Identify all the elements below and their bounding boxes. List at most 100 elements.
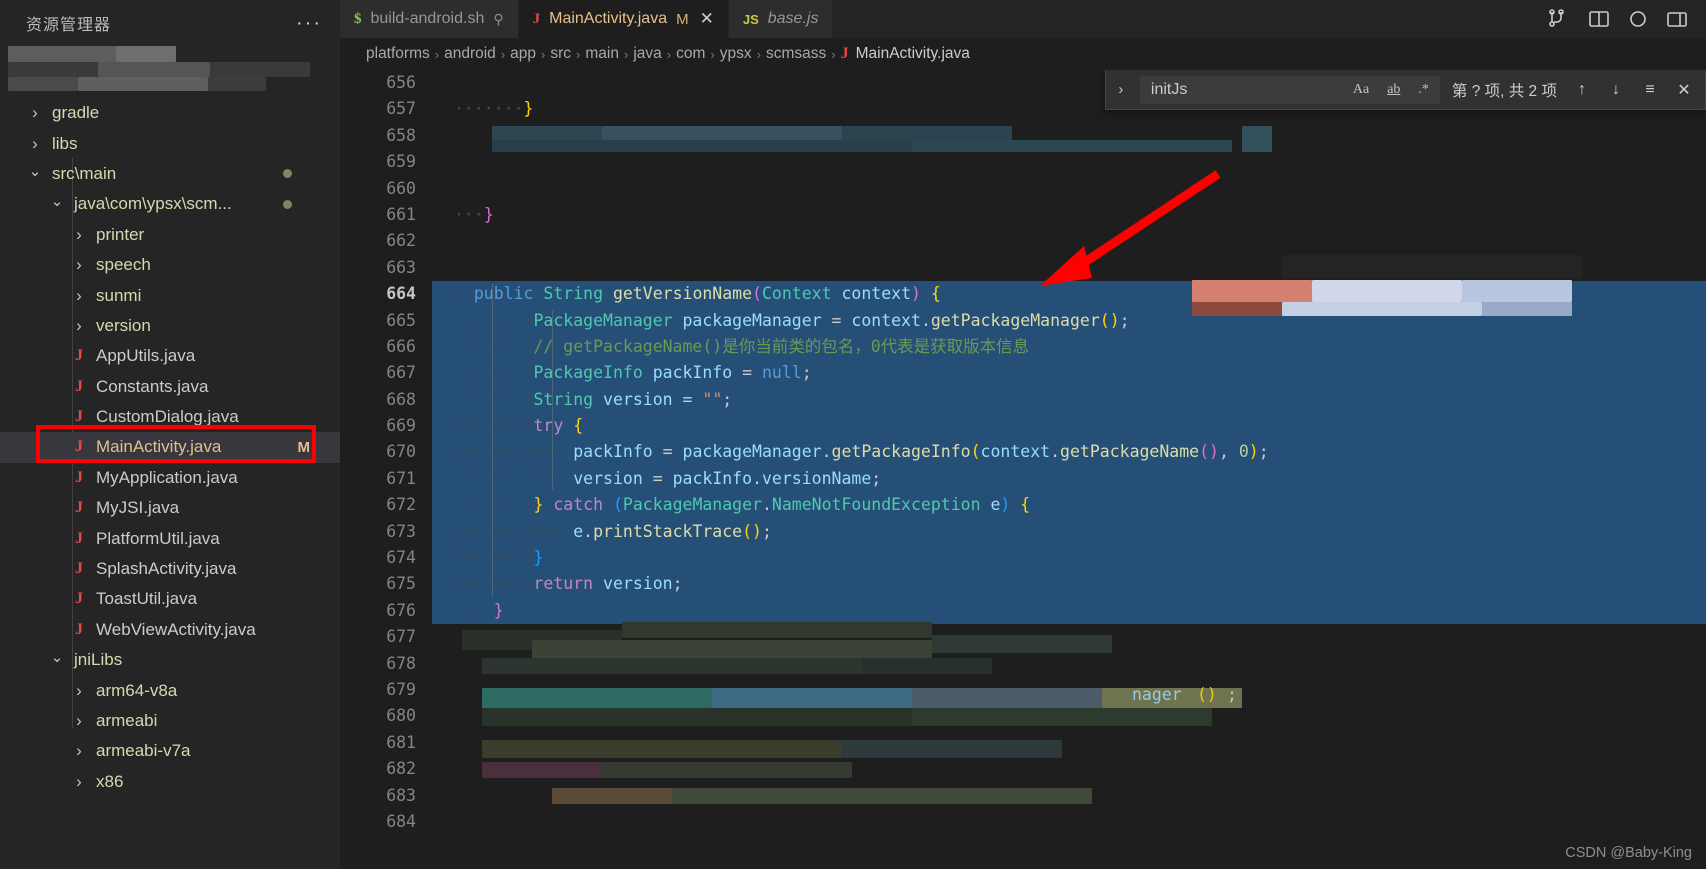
code-line[interactable]: [432, 228, 1706, 254]
tree-item-myjsi-java[interactable]: J MyJSI.java: [0, 493, 340, 523]
code-token: public: [473, 284, 544, 304]
file-tree[interactable]: › gradle › libs ⌄ src\main ⌄ java\com\ypsx\scm.…: [0, 94, 340, 869]
toggle-replace-icon[interactable]: ›: [1110, 81, 1132, 98]
breadcrumb-file[interactable]: J MainActivity.java: [841, 45, 970, 63]
code-line[interactable]: [432, 149, 1706, 175]
code-token: e: [573, 521, 584, 541]
find-input[interactable]: [1150, 80, 1339, 99]
find-previous-button[interactable]: ↑: [1569, 81, 1595, 99]
tree-item-customdialog-java[interactable]: J CustomDialog.java: [0, 402, 340, 432]
code-line[interactable]: [432, 703, 1706, 729]
explorer-more-actions-icon[interactable]: ···: [296, 13, 322, 33]
tree-item-label: libs: [52, 133, 78, 153]
tree-item-armeabi-v7a[interactable]: › armeabi-v7a: [0, 736, 340, 766]
code-line[interactable]: ············packInfo = packageManager.ge…: [432, 439, 1706, 466]
code-line[interactable]: ····}: [432, 597, 1706, 625]
tree-item-gradle[interactable]: › gradle: [0, 98, 340, 128]
tree-item-toastutil-java[interactable]: J ToastUtil.java: [0, 584, 340, 614]
code-line[interactable]: ········try {: [432, 413, 1706, 440]
code-line[interactable]: [432, 730, 1706, 756]
tree-item-version[interactable]: › version: [0, 311, 340, 341]
tree-item-x86[interactable]: › x86: [0, 767, 340, 797]
breadcrumb-item[interactable]: ypsx: [720, 45, 752, 63]
tree-item-arm64-v8a[interactable]: › arm64-v8a: [0, 675, 340, 705]
tree-item-printer[interactable]: › printer: [0, 220, 340, 250]
code-line[interactable]: [432, 123, 1706, 149]
whole-word-icon[interactable]: ab: [1383, 80, 1404, 100]
code-line[interactable]: ········String version = "";: [432, 386, 1706, 414]
line-number: 656: [386, 73, 416, 92]
code-line[interactable]: ············e.printStackTrace();: [432, 518, 1706, 546]
code-line[interactable]: ········// getPackageName()是你当前类的包名，0代表是…: [432, 333, 1706, 361]
tree-item-apputils-java[interactable]: J AppUtils.java: [0, 341, 340, 371]
tree-item-libs[interactable]: › libs: [0, 128, 340, 158]
code-editor[interactable]: 656 657 658 659 660 661 662 663 664 665 666 667 668 6…: [340, 70, 1706, 869]
code-line[interactable]: [432, 756, 1706, 782]
find-widget[interactable]: › Aa ab .* 第 ? 项, 共 2 项 ↑ ↓ ≡ ✕: [1104, 70, 1706, 110]
editor-tab-build-android-sh[interactable]: $ build-android.sh ⚲: [340, 0, 519, 38]
tree-item-java-com-ypsx-scm---[interactable]: ⌄ java\com\ypsx\scm...: [0, 189, 340, 219]
breadcrumb-item[interactable]: scmsass: [766, 45, 826, 63]
find-next-button[interactable]: ↓: [1603, 81, 1629, 99]
tree-item-mainactivity-java[interactable]: J MainActivity.java M: [0, 432, 340, 463]
tree-item-label: java\com\ypsx\scm...: [74, 194, 232, 214]
breadcrumb-item[interactable]: java: [633, 45, 661, 63]
find-in-selection-button[interactable]: ≡: [1637, 81, 1663, 99]
breadcrumb[interactable]: platforms › android › app › src › main › java › com ›…: [340, 38, 1706, 70]
tree-item-label: arm64-v8a: [96, 680, 178, 700]
tree-item-armeabi[interactable]: › armeabi: [0, 706, 340, 736]
tree-item-jnilibs[interactable]: ⌄ jniLibs: [0, 645, 340, 675]
java-file-icon: J: [75, 560, 83, 578]
close-tab-icon[interactable]: ✕: [700, 9, 714, 29]
code-line[interactable]: [432, 255, 1706, 281]
code-line[interactable]: ········} catch (PackageManager.NameNotF…: [432, 492, 1706, 519]
more-editor-actions-icon[interactable]: [1628, 9, 1648, 29]
breadcrumb-item[interactable]: app: [510, 45, 536, 63]
editor-tab-mainactivity-java[interactable]: J MainActivity.java M ✕: [518, 0, 729, 38]
code-line[interactable]: [432, 651, 1706, 677]
close-find-button[interactable]: ✕: [1671, 80, 1697, 100]
code-content[interactable]: ·······} ···} ··public String getVersionNa…: [432, 70, 1706, 869]
breadcrumb-separator-icon: ›: [710, 46, 715, 62]
code-line[interactable]: [432, 809, 1706, 835]
code-line[interactable]: ········return version;: [432, 571, 1706, 598]
tree-item-sunmi[interactable]: › sunmi: [0, 280, 340, 310]
tree-item-myapplication-java[interactable]: J MyApplication.java: [0, 463, 340, 493]
code-line[interactable]: ············version = packInfo.versionNa…: [432, 465, 1706, 493]
breadcrumb-item[interactable]: platforms: [366, 45, 430, 63]
editor-tab-bar[interactable]: $ build-android.sh ⚲ J MainActivity.java M ✕ JS…: [340, 0, 1706, 38]
code-line[interactable]: [432, 783, 1706, 809]
tree-item-platformutil-java[interactable]: J PlatformUtil.java: [0, 523, 340, 553]
explorer-blurred-section: [0, 46, 340, 94]
tree-item-constants-java[interactable]: J Constants.java: [0, 372, 340, 402]
split-editor-icon[interactable]: [1588, 9, 1610, 29]
line-number: 658: [386, 125, 416, 145]
tree-item-splashactivity-java[interactable]: J SplashActivity.java: [0, 554, 340, 584]
code-line[interactable]: ···}: [432, 202, 1706, 228]
match-case-icon[interactable]: Aa: [1349, 80, 1373, 100]
line-number: 663: [386, 257, 416, 277]
breadcrumb-item[interactable]: src: [550, 45, 571, 63]
tree-item-speech[interactable]: › speech: [0, 250, 340, 280]
pin-icon[interactable]: ⚲: [493, 11, 503, 28]
code-token: packageManager: [682, 442, 822, 462]
breadcrumb-item[interactable]: android: [444, 45, 496, 63]
code-line[interactable]: [432, 677, 1706, 703]
tree-item-webviewactivity-java[interactable]: J WebViewActivity.java: [0, 615, 340, 645]
code-line[interactable]: [432, 624, 1706, 650]
code-line[interactable]: ········PackageInfo packInfo = null;: [432, 360, 1706, 387]
code-line[interactable]: [432, 176, 1706, 202]
editor-tab-base-js[interactable]: JS base.js: [728, 0, 834, 38]
code-line[interactable]: ··public String getVersionName(Context c…: [432, 281, 1706, 308]
layout-icon[interactable]: [1666, 9, 1688, 29]
find-input-container[interactable]: Aa ab .*: [1139, 75, 1440, 104]
tree-item-src-main[interactable]: ⌄ src\main: [0, 159, 340, 189]
code-token: =: [652, 442, 683, 462]
source-control-graph-icon[interactable]: [1548, 9, 1570, 29]
use-regex-icon[interactable]: .*: [1414, 80, 1433, 100]
code-line[interactable]: ········}: [432, 545, 1706, 572]
breadcrumb-item[interactable]: main: [585, 45, 619, 63]
breadcrumb-item[interactable]: com: [676, 45, 705, 63]
code-line[interactable]: ········PackageManager packageManager = …: [432, 307, 1706, 334]
